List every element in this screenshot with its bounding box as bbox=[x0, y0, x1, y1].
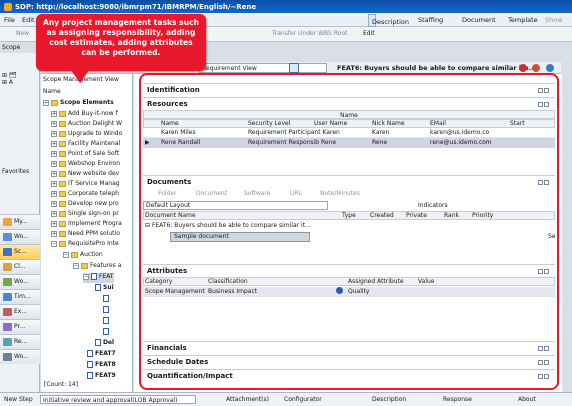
info-icon[interactable] bbox=[546, 64, 554, 72]
tree-item[interactable]: + Single sign-on pr bbox=[51, 210, 119, 220]
folder-icon bbox=[3, 218, 12, 226]
workspace-icon bbox=[3, 353, 12, 361]
window-title: SDP: http://localhost:9080/ibmrpm71/IBMR… bbox=[15, 2, 257, 11]
menu-edit[interactable]: Edit bbox=[22, 16, 35, 24]
tree-item[interactable]: + Auction Delight W bbox=[51, 120, 122, 130]
tab-staffing[interactable]: Staffing bbox=[418, 16, 443, 24]
tab-template[interactable]: Template bbox=[508, 16, 538, 24]
tree-col-name: Name bbox=[43, 88, 61, 95]
alert-icon[interactable] bbox=[532, 64, 540, 72]
nav-time[interactable]: Tim... bbox=[0, 289, 40, 304]
clock-icon bbox=[3, 293, 12, 301]
scope-pane-title: Scope bbox=[0, 42, 39, 53]
tree-doc-item[interactable] bbox=[103, 306, 111, 316]
transfer-button[interactable]: Transfer Under WBS Root bbox=[272, 30, 347, 37]
tree-root[interactable]: − Scope Elements bbox=[43, 99, 114, 109]
tree-item[interactable]: + Facility Maintenal bbox=[51, 140, 120, 150]
tree-sub-item[interactable]: FEAT9 bbox=[87, 372, 116, 382]
nav-wo2[interactable]: Wo... bbox=[0, 274, 40, 289]
tree-doc-item[interactable] bbox=[103, 317, 111, 327]
tree-sub-item[interactable]: Del bbox=[95, 339, 114, 349]
nav-scope[interactable]: Sc... bbox=[0, 244, 40, 259]
nav-cl[interactable]: Cl... bbox=[0, 259, 40, 274]
tab-document[interactable]: Document bbox=[462, 16, 496, 24]
scope-tree-panel: Scope Management View Name − Scope Elemen… bbox=[41, 74, 133, 392]
new-step-button[interactable]: New Step bbox=[4, 396, 33, 403]
status-description-button[interactable]: Description bbox=[372, 396, 406, 403]
tree-sub-item[interactable]: − Auction bbox=[63, 251, 103, 261]
tree-sub-item[interactable]: FEAT8 bbox=[87, 361, 116, 371]
tree-item[interactable]: + New website dev bbox=[51, 170, 119, 180]
scope-tree-mini: ⊞ 🗂 ⊞ A bbox=[2, 72, 17, 86]
tree-doc-item[interactable] bbox=[103, 295, 111, 305]
configurator-button[interactable]: Configurator bbox=[284, 396, 322, 403]
new-button[interactable]: New bbox=[16, 30, 29, 37]
project-icon bbox=[3, 323, 12, 331]
response-button[interactable]: Response bbox=[443, 396, 472, 403]
nav-wo3[interactable]: Wo... bbox=[0, 349, 40, 364]
tree-item[interactable]: + Upgrade to Windo bbox=[51, 130, 122, 140]
tree-sub-item[interactable]: FEAT7 bbox=[87, 350, 116, 360]
nav-pr[interactable]: Pr... bbox=[0, 319, 40, 334]
tree-count: [Count: 14] bbox=[44, 381, 79, 388]
work-icon bbox=[3, 278, 12, 286]
tree-item[interactable]: + IT Service Manag bbox=[51, 180, 120, 190]
view-option-check[interactable] bbox=[289, 63, 299, 73]
status-bar: New Step Initiative review and approval(… bbox=[0, 392, 572, 406]
tree-sub-item[interactable]: − Features a bbox=[73, 262, 121, 272]
scope-icon bbox=[3, 248, 12, 256]
workflow-icon bbox=[3, 233, 12, 241]
tree-item[interactable]: + Need PPM solutio bbox=[51, 230, 120, 240]
menu-file[interactable]: File bbox=[4, 16, 15, 24]
tree-doc-item[interactable] bbox=[103, 328, 111, 338]
annotation-callout: Any project management tasks such as ass… bbox=[36, 14, 206, 71]
annotation-callout-tail bbox=[70, 69, 90, 83]
workflow-select[interactable]: Initiative review and approval(LOB Appro… bbox=[40, 395, 196, 404]
tab-show[interactable]: Show bbox=[545, 16, 563, 24]
record-title: FEAT6: Buyers should be able to compare … bbox=[337, 64, 536, 72]
edit-button[interactable]: Edit bbox=[363, 30, 375, 37]
highlight-frame bbox=[139, 73, 559, 390]
nav-wo[interactable]: Wo... bbox=[0, 229, 40, 244]
expense-icon bbox=[3, 308, 12, 316]
nav-re[interactable]: Re... bbox=[0, 334, 40, 349]
attachments-button[interactable]: Attachment(s) bbox=[226, 396, 269, 403]
nav-my[interactable]: My... bbox=[0, 214, 40, 229]
window-titlebar: SDP: http://localhost:9080/ibmrpm71/IBMR… bbox=[0, 0, 572, 13]
tree-item[interactable]: + Add Buy-it-now f bbox=[51, 110, 118, 120]
client-icon bbox=[3, 263, 12, 271]
view-select[interactable]: Requirement View bbox=[199, 63, 327, 73]
about-button[interactable]: About bbox=[518, 396, 536, 403]
tree-item[interactable]: − RequisitePro Inte bbox=[51, 240, 119, 250]
tree-item[interactable]: + Webshop Environ bbox=[51, 160, 120, 170]
tree-item[interactable]: + Develop new pro bbox=[51, 200, 119, 210]
tree-item[interactable]: + Implement Progra bbox=[51, 220, 122, 230]
report-icon bbox=[3, 338, 12, 346]
tree-item[interactable]: + Corporate teleph bbox=[51, 190, 119, 200]
tab-description[interactable]: Description bbox=[368, 14, 409, 27]
favorites-label: Favorites bbox=[2, 168, 30, 175]
app-icon bbox=[4, 2, 12, 11]
nav-ex[interactable]: Ex... bbox=[0, 304, 40, 319]
tree-sub-item-selected[interactable]: − FEAT bbox=[83, 273, 114, 283]
tree-item[interactable]: + Point of Sale Soft bbox=[51, 150, 119, 160]
tree-sub-item[interactable]: Sui bbox=[95, 284, 114, 294]
flag-icon[interactable] bbox=[519, 64, 527, 72]
